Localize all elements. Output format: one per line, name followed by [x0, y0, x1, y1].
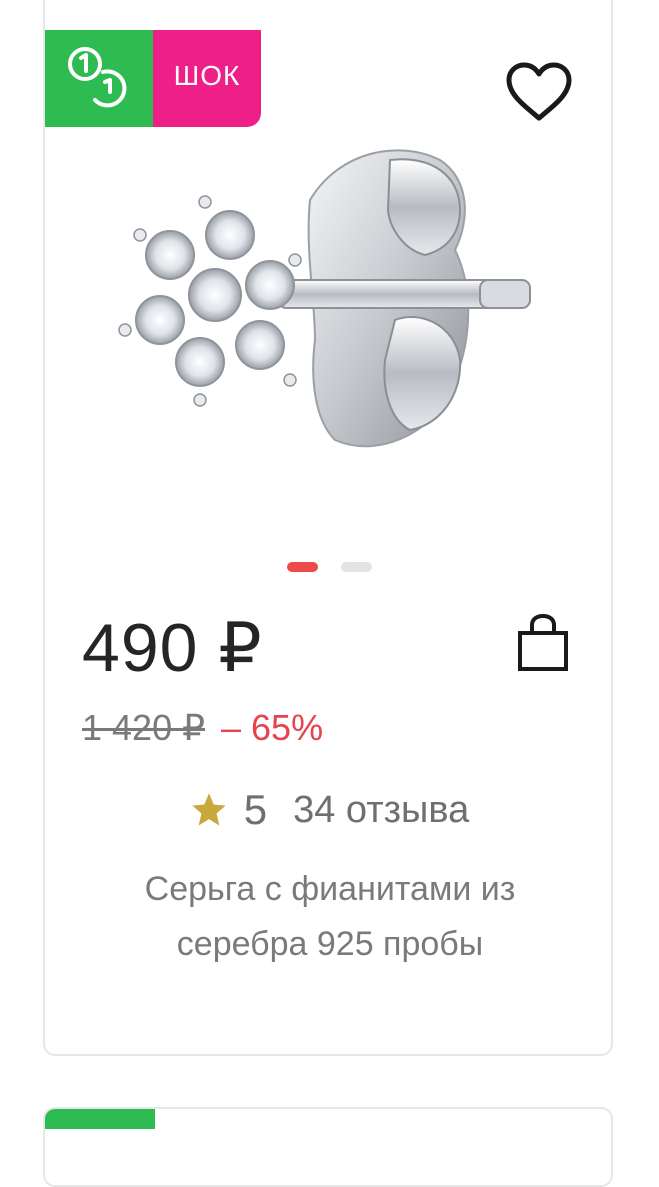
product-image[interactable] — [110, 140, 550, 470]
installment-badge — [45, 1109, 155, 1129]
current-price: 490 ₽ — [82, 610, 263, 686]
carousel-dot[interactable] — [287, 562, 318, 572]
carousel-dots — [287, 562, 372, 572]
old-price: 1 420 ₽ — [82, 707, 205, 748]
product-title-line: серебра 925 пробы — [176, 925, 484, 963]
product-title[interactable]: Серьга с фианитами из серебра 925 пробы — [70, 862, 590, 972]
coins-icon — [68, 47, 127, 108]
next-product-card[interactable] — [43, 1107, 613, 1187]
price-comparison: 1 420 ₽ – 65% — [82, 707, 323, 749]
star-icon — [192, 793, 226, 826]
shopping-bag-icon[interactable] — [515, 613, 571, 673]
shock-badge: ШОК — [153, 30, 261, 127]
discount-label: – 65% — [221, 707, 324, 748]
carousel-dot[interactable] — [341, 562, 372, 572]
favorite-heart-icon[interactable] — [503, 60, 575, 124]
product-title-line: Серьга с фианитами из — [144, 870, 516, 908]
badges-row: ШОК — [45, 30, 261, 127]
reviews-count[interactable]: 34 отзыва — [293, 789, 469, 832]
rating-value: 5 — [243, 786, 268, 833]
installment-badge — [45, 30, 153, 127]
rating-row[interactable]: 5 34 отзыва — [0, 786, 659, 834]
